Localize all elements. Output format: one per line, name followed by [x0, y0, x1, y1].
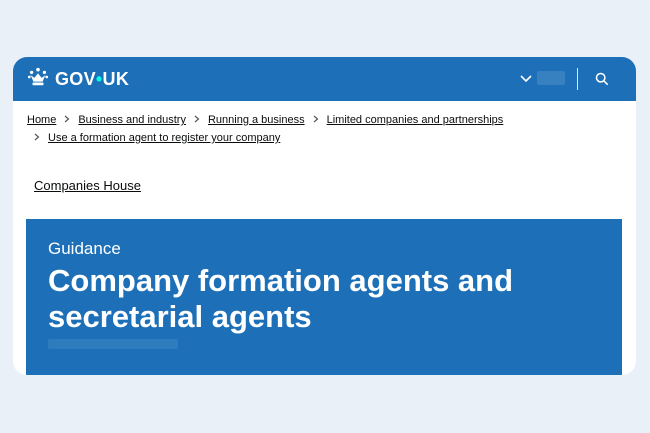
header-divider	[577, 68, 578, 90]
faded-metadata	[48, 339, 178, 349]
search-button[interactable]	[591, 68, 613, 90]
chevron-right-icon	[61, 115, 73, 126]
search-icon	[595, 72, 609, 86]
organisation-link[interactable]: Companies House	[34, 178, 141, 193]
chevron-right-icon	[310, 115, 322, 126]
chevron-right-icon	[191, 115, 203, 126]
breadcrumb-row: Use a formation agent to register your c…	[27, 129, 627, 147]
document-type: Guidance	[48, 239, 121, 258]
menu-toggle-button[interactable]	[516, 69, 536, 89]
page-title-banner: Guidance Company formation agents and se…	[26, 219, 622, 375]
breadcrumb-formation-agent[interactable]: Use a formation agent to register your c…	[48, 132, 280, 144]
chevron-right-icon	[31, 133, 43, 144]
breadcrumb-running-a-business[interactable]: Running a business	[208, 114, 305, 126]
breadcrumb-limited-companies[interactable]: Limited companies and partnerships	[327, 114, 504, 126]
govuk-logo-text: GOV•UK	[55, 68, 130, 89]
breadcrumb-home[interactable]: Home	[27, 114, 56, 126]
breadcrumb-row: Home Business and industry Running a bus…	[27, 111, 627, 129]
breadcrumb-business-and-industry[interactable]: Business and industry	[78, 114, 186, 126]
page-frame: GOV•UK Home Business and industry Runnin…	[13, 57, 636, 375]
crown-icon	[27, 66, 49, 93]
breadcrumb: Home Business and industry Running a bus…	[27, 111, 627, 147]
govuk-logo-link[interactable]: GOV•UK	[27, 66, 129, 93]
site-header: GOV•UK	[13, 57, 636, 101]
menu-label-placeholder	[537, 71, 565, 85]
chevron-down-icon	[520, 75, 532, 83]
page-title: Company formation agents and secretarial…	[48, 263, 514, 334]
